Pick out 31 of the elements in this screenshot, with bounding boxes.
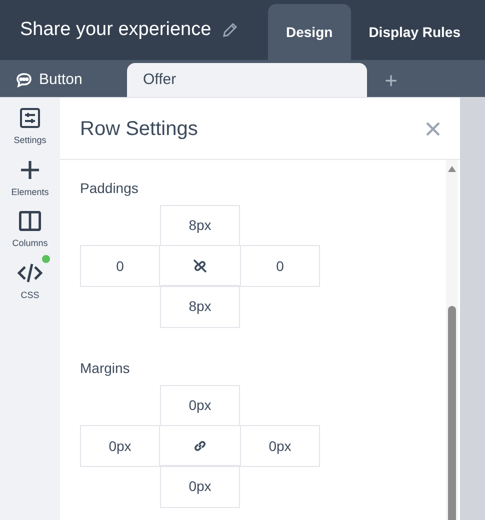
value-field[interactable]: 0px bbox=[240, 425, 320, 467]
close-icon[interactable] bbox=[426, 122, 440, 136]
columns-icon bbox=[19, 211, 41, 231]
tab[interactable]: Design bbox=[268, 4, 351, 60]
plus-icon bbox=[20, 160, 40, 180]
value-field[interactable]: 0 bbox=[240, 245, 320, 287]
tab[interactable]: Button bbox=[0, 63, 127, 97]
panel-title: Row Settings bbox=[80, 116, 198, 142]
value-field[interactable]: 8px bbox=[160, 285, 240, 328]
sidebar-item[interactable]: Elements bbox=[4, 160, 56, 199]
code-icon bbox=[17, 262, 43, 282]
page-title: Share your experience bbox=[20, 18, 212, 42]
tab[interactable]: Offer bbox=[127, 63, 367, 97]
scrollbar[interactable] bbox=[446, 160, 458, 520]
value-field[interactable]: 0px bbox=[160, 465, 240, 508]
pencil-icon[interactable] bbox=[221, 21, 240, 39]
broken-link-icon[interactable] bbox=[192, 258, 208, 274]
chat-bubble-icon bbox=[16, 72, 32, 88]
value-field[interactable]: 8px bbox=[160, 205, 240, 246]
tab[interactable]: Display Rules bbox=[350, 4, 479, 60]
section-label: Paddings bbox=[80, 179, 140, 198]
scroll-up-arrow-icon[interactable] bbox=[448, 166, 456, 172]
value-field[interactable]: 0 bbox=[80, 245, 160, 287]
sidebar-item[interactable]: CSS bbox=[4, 254, 56, 302]
section-label: Margins bbox=[80, 359, 131, 378]
value-field[interactable]: 0px bbox=[160, 385, 240, 426]
sidebar-item[interactable]: Columns bbox=[4, 211, 56, 250]
value-field[interactable]: 0px bbox=[80, 425, 160, 467]
sidebar-item[interactable]: Settings bbox=[4, 108, 56, 148]
sliders-icon bbox=[20, 108, 40, 128]
link-icon[interactable] bbox=[192, 438, 208, 454]
